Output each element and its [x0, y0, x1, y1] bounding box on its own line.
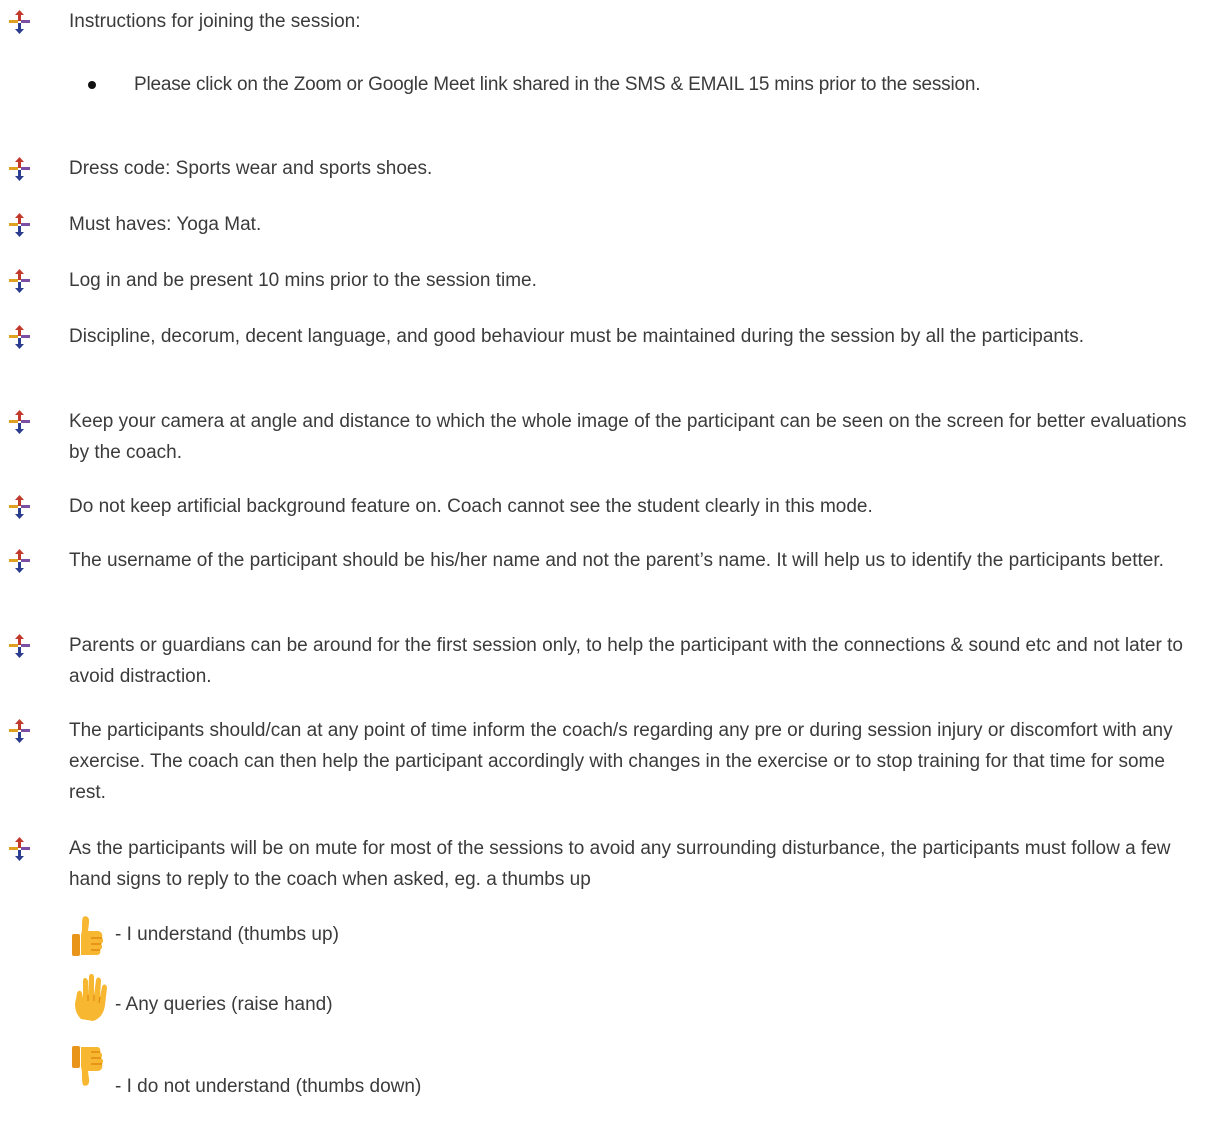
hand-sign-label: - I understand (thumbs up) [115, 924, 339, 945]
rule-text: As the participants will be on mute for … [69, 838, 1171, 890]
rule-text: Must haves: Yoga Mat. [69, 214, 262, 235]
raised-hand-icon [75, 974, 107, 1021]
hand-sign-label: - Any queries (raise hand) [115, 994, 333, 1015]
rule-text: Discipline, decorum, decent language, an… [69, 326, 1085, 347]
arrow-bullet-icon [9, 719, 30, 743]
rule-text: The username of the participant should b… [69, 550, 1164, 571]
arrow-bullet-icon [9, 410, 30, 434]
rule-text: Parents or guardians can be around for t… [69, 635, 1183, 687]
rule-text: Log in and be present 10 mins prior to t… [69, 270, 537, 291]
arrow-bullet-icon [9, 269, 30, 293]
hand-sign-label: - I do not understand (thumbs down) [115, 1076, 422, 1097]
arrow-bullet-icon [9, 837, 30, 861]
rule-text: Keep your camera at angle and distance t… [69, 411, 1187, 463]
rule-text: The participants should/can at any point… [69, 720, 1173, 803]
thumbs-up-icon [72, 916, 104, 956]
arrow-bullet-icon [9, 495, 30, 519]
arrow-bullet-icon [9, 634, 30, 658]
thumbs-down-icon [72, 1046, 104, 1086]
arrow-bullet-icon [9, 549, 30, 573]
arrow-bullet-icon [9, 325, 30, 349]
rule-text: Dress code: Sports wear and sports shoes… [69, 158, 433, 179]
dot-bullet-icon [88, 81, 96, 89]
instructions-sub-text: Please click on the Zoom or Google Meet … [134, 74, 981, 95]
instructions-heading: Instructions for joining the session: [69, 11, 361, 32]
arrow-bullet-icon [9, 213, 30, 237]
rule-text: Do not keep artificial background featur… [69, 496, 873, 517]
arrow-bullet-icon [9, 157, 30, 181]
arrow-bullet-icon [9, 10, 30, 34]
